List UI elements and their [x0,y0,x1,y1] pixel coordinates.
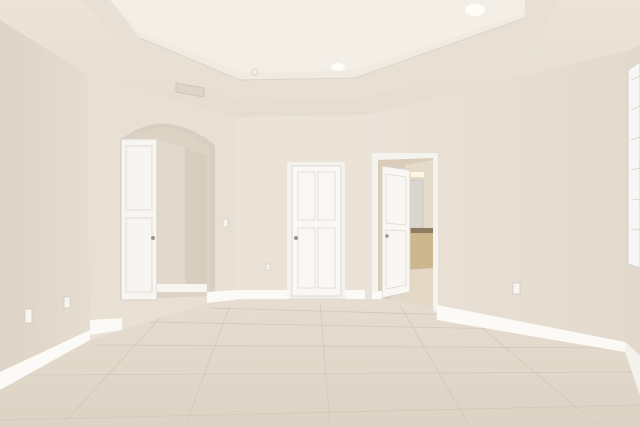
door-knob[interactable] [385,234,389,238]
wall-outlet [512,282,521,295]
light-switch [222,218,229,228]
left-wall [0,20,90,372]
bathroom-doorway[interactable] [372,153,438,312]
smoke-detector [251,68,259,76]
recessed-light [465,4,485,16]
door-knob[interactable] [294,236,298,240]
wall-outlet [265,263,271,271]
archway [120,123,215,301]
wall-outlet [63,296,71,309]
window [627,61,640,269]
recessed-light [331,63,345,71]
center-door[interactable] [287,162,345,298]
baseboard [235,290,289,299]
door-knob[interactable] [151,236,155,240]
wall-outlet [24,308,33,324]
room-photo [0,0,640,427]
